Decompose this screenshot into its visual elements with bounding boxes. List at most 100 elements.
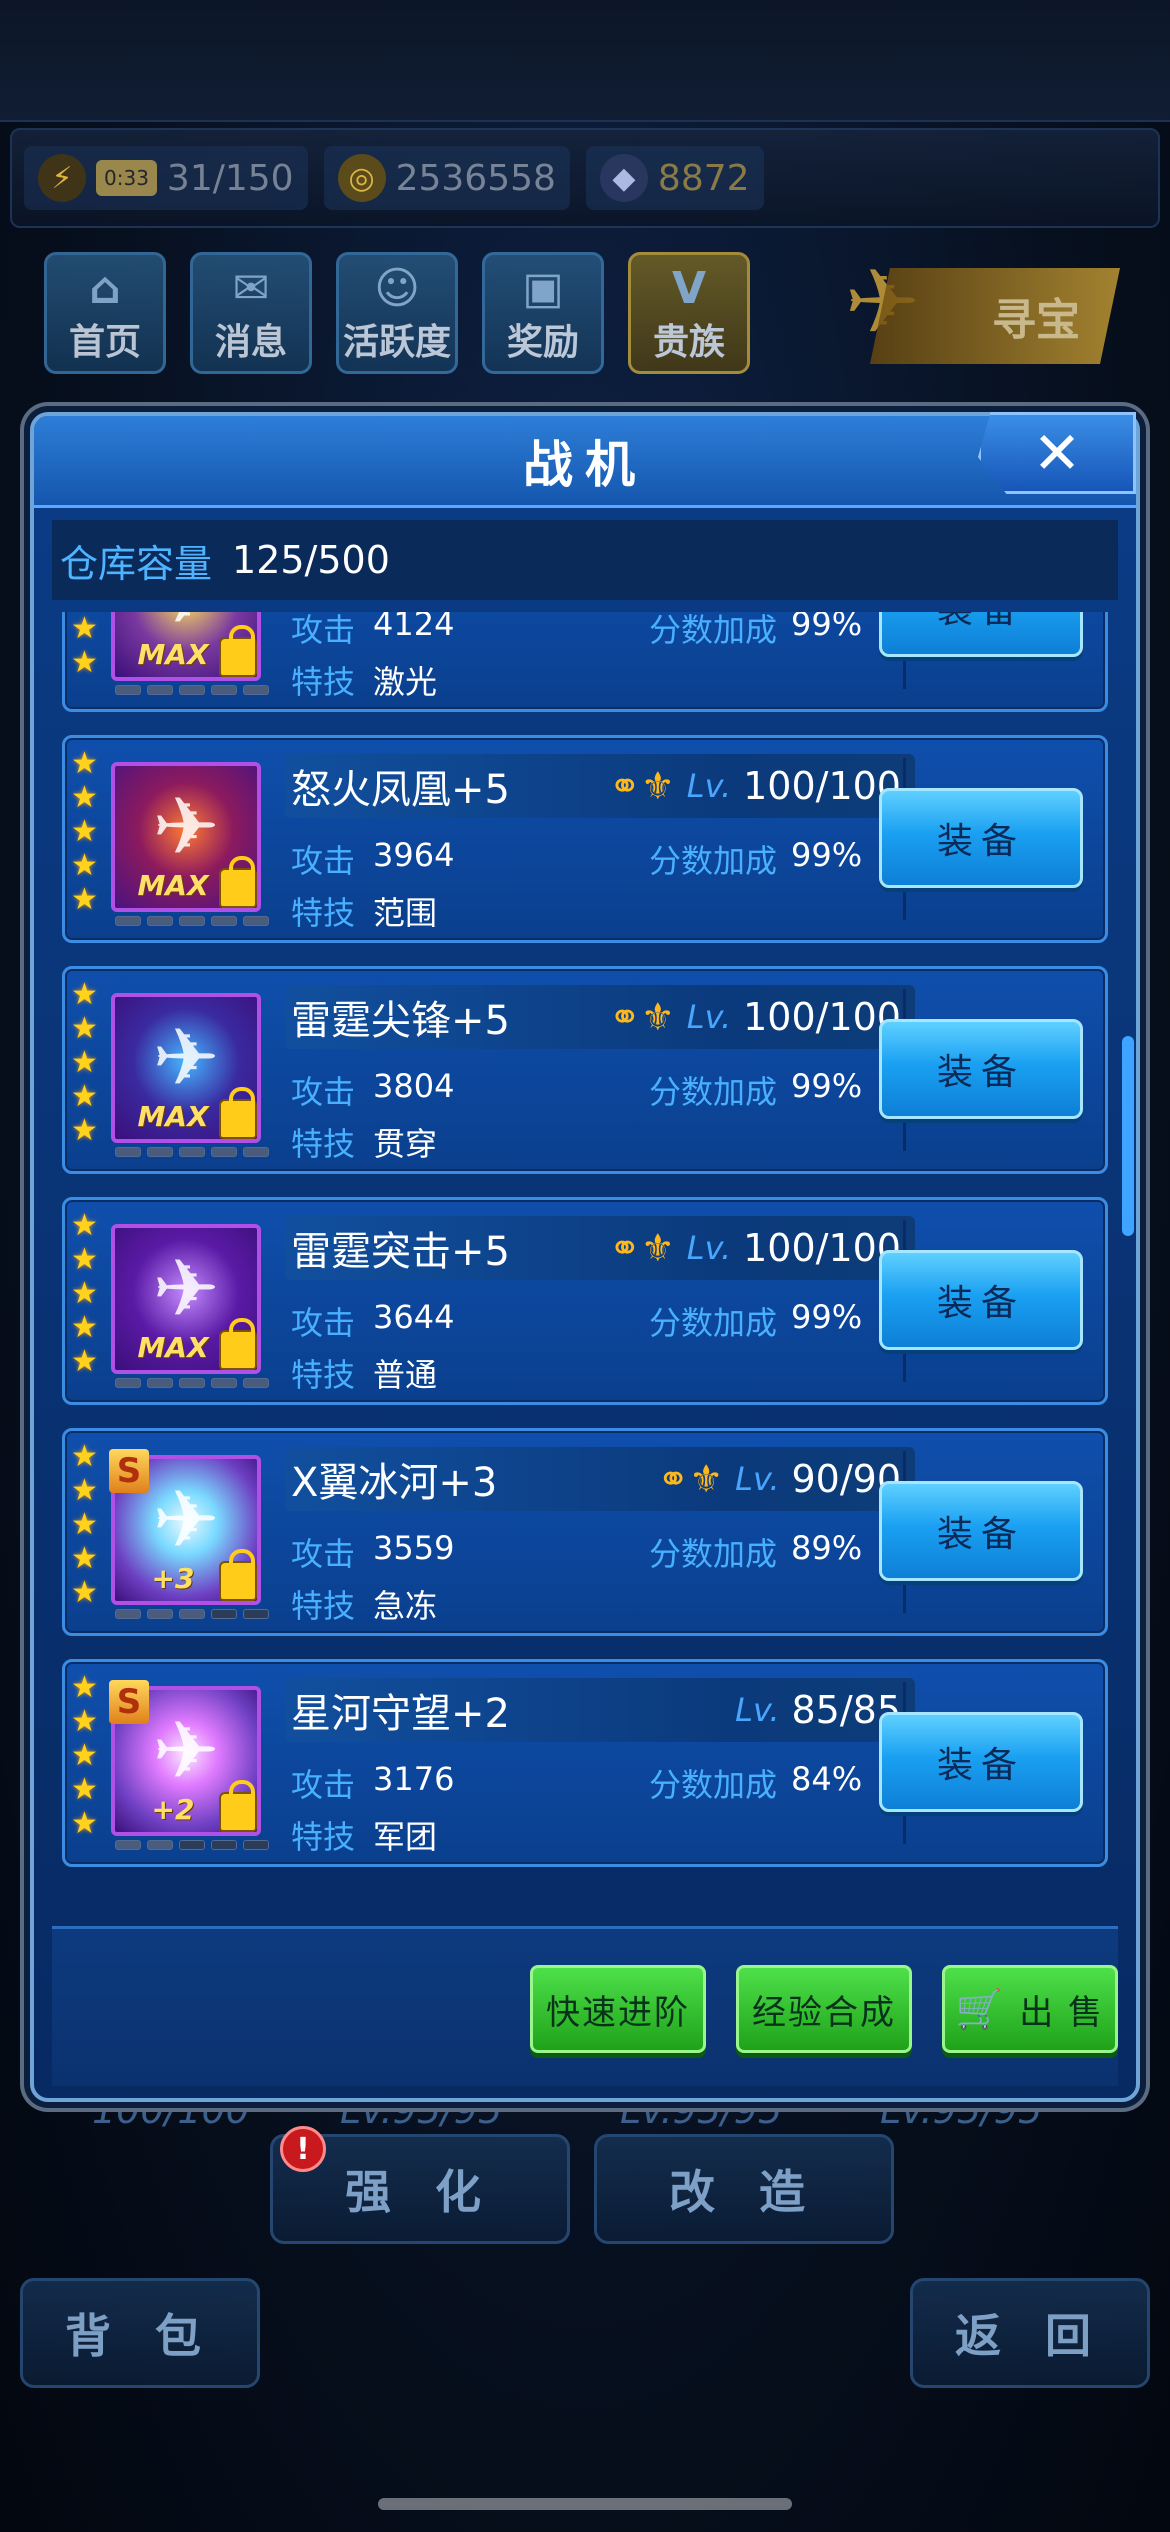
score-bonus: 分数加成 89% xyxy=(649,1529,862,1575)
slot-marker xyxy=(243,685,269,695)
nav-activity[interactable]: ☺ 活跃度 xyxy=(336,252,458,374)
fighter-thumbnail[interactable]: ✈ MAX xyxy=(111,762,261,912)
link-icon: ⚭⚜ xyxy=(608,995,675,1039)
level-label: Lv. xyxy=(686,998,732,1036)
slot-marker xyxy=(179,1147,205,1157)
level-label: Lv. xyxy=(735,1691,780,1729)
exp-merge-button[interactable]: 经验合成 xyxy=(736,1965,912,2053)
star-icon: ★ xyxy=(71,1738,98,1773)
star-icon: ★ xyxy=(71,977,98,1012)
grade-tag: MAX xyxy=(137,1100,209,1133)
energy-icon: ⚡ xyxy=(38,154,86,202)
fighter-card[interactable]: ★ ★ ★ ★ ★ S ✈ +3 X翼冰河+3 ⚭⚜ Lv. 90/90 攻击 … xyxy=(62,1428,1108,1636)
fighter-thumbnail[interactable]: ✈ MAX xyxy=(111,612,261,681)
star-icon: ★ xyxy=(71,1473,98,1508)
panel-title: 战机 xyxy=(523,435,647,494)
notification-badge: ! xyxy=(280,2126,326,2172)
star-icon: ★ xyxy=(71,1310,98,1345)
nav-home[interactable]: ⌂ 首页 xyxy=(44,252,166,374)
fighter-card[interactable]: ★ ★ ★ ★ ★ ✈ MAX 雷霆尖锋+5 ⚭⚜ Lv. 100/100 攻击… xyxy=(62,966,1108,1174)
home-icon: ⌂ xyxy=(89,263,121,314)
energy-resource[interactable]: ⚡ 0:33 31/150 xyxy=(24,146,308,210)
level-area: ⚭⚜ Lv. 90/90 xyxy=(657,1457,915,1501)
modify-button[interactable]: 改 造 xyxy=(594,2134,894,2244)
lock-icon xyxy=(219,1087,257,1139)
nav-reward[interactable]: ▣ 奖励 xyxy=(482,252,604,374)
slot-marker xyxy=(179,685,205,695)
star-icon: ★ xyxy=(71,1208,98,1243)
skill-stat: 特技 普通 xyxy=(291,1350,437,1396)
skill-label: 特技 xyxy=(291,1818,356,1856)
slot-marker xyxy=(243,1840,269,1850)
star-icon: ★ xyxy=(71,1507,98,1542)
fighter-thumbnail[interactable]: ✈ MAX xyxy=(111,993,261,1143)
slot-marker xyxy=(115,1147,141,1157)
back-button[interactable]: 返 回 xyxy=(910,2278,1150,2388)
top-nav: ⌂ 首页 ✉ 消息 ☺ 活跃度 ▣ 奖励 V 贵族 xyxy=(44,252,750,374)
star-icon: ★ xyxy=(71,1439,98,1474)
equip-button[interactable]: 装备 xyxy=(879,1250,1083,1350)
home-indicator[interactable] xyxy=(378,2498,792,2510)
gift-icon: ▣ xyxy=(522,263,564,314)
message-icon: ✉ xyxy=(232,263,270,314)
treasure-button[interactable]: 寻宝 xyxy=(870,268,1120,364)
slot-marker xyxy=(211,1609,237,1619)
fighter-list[interactable]: ★ ★ ★ ★ ★ ✈ MAX 攻击 4124 xyxy=(52,612,1118,1930)
slot-marker xyxy=(243,1147,269,1157)
fighter-card[interactable]: ★ ★ ★ ★ ★ ✈ MAX 攻击 4124 xyxy=(62,612,1108,712)
attack-stat: 攻击 3964 xyxy=(291,836,454,882)
star-icon: ★ xyxy=(71,848,98,883)
fighter-card[interactable]: ★ ★ ★ ★ ★ ✈ MAX 怒火凤凰+5 ⚭⚜ Lv. 100/100 攻击… xyxy=(62,735,1108,943)
star-icon: ★ xyxy=(71,780,98,815)
nav-label: 贵族 xyxy=(652,322,725,363)
equip-button[interactable]: 装备 xyxy=(879,1481,1083,1581)
level-label: Lv. xyxy=(686,1229,732,1267)
skill-label: 特技 xyxy=(291,663,356,701)
sell-button[interactable]: 🛒 出 售 xyxy=(942,1965,1118,2053)
grade-tag: MAX xyxy=(137,869,209,902)
fighter-panel: 战机 ✕ 仓库容量 125/500 ★ ★ ★ ★ ★ ✈ MAX xyxy=(30,412,1140,2102)
backpack-button[interactable]: 背 包 xyxy=(20,2278,260,2388)
slot-marker xyxy=(115,916,141,926)
level-area: ⚭⚜ Lv. 100/100 xyxy=(609,1226,915,1270)
equip-button[interactable]: 装备 xyxy=(879,1019,1083,1119)
fighter-thumbnail[interactable]: ✈ MAX xyxy=(111,1224,261,1374)
grade-tag: +2 xyxy=(151,1793,195,1826)
close-button[interactable]: ✕ xyxy=(978,412,1136,494)
bonus-value: 84% xyxy=(791,1760,863,1798)
star-icon: ★ xyxy=(71,1242,98,1277)
link-icon: ⚭⚜ xyxy=(608,764,675,808)
fighter-card[interactable]: ★ ★ ★ ★ ★ ✈ MAX 雷霆突击+5 ⚭⚜ Lv. 100/100 攻击… xyxy=(62,1197,1108,1405)
coin-resource[interactable]: ◎ 2536558 xyxy=(323,146,570,210)
star-icon: ★ xyxy=(71,645,98,680)
lock-icon xyxy=(219,625,257,677)
backpack-label: 背 包 xyxy=(64,2309,215,2363)
fighter-name-bar: 星河守望+2 Lv. 85/85 xyxy=(285,1678,915,1742)
skill-stat: 特技 范围 xyxy=(291,888,437,934)
skill-label: 特技 xyxy=(291,894,356,932)
star-icon: ★ xyxy=(71,1806,98,1841)
star-icon: ★ xyxy=(71,1704,98,1739)
quick-advance-button[interactable]: 快速进阶 xyxy=(530,1965,706,2053)
equip-button[interactable]: 装备 xyxy=(879,612,1083,657)
nav-noble[interactable]: V 贵族 xyxy=(628,252,750,374)
score-bonus: 分数加成 84% xyxy=(649,1760,862,1806)
equip-button[interactable]: 装备 xyxy=(879,1712,1083,1812)
gem-resource[interactable]: ◆ 8872 xyxy=(585,146,764,210)
fighter-name: X翼冰河+3 xyxy=(291,1460,498,1506)
equip-button[interactable]: 装备 xyxy=(879,788,1083,888)
equip-label: 装备 xyxy=(936,1052,1025,1093)
activity-icon: ☺ xyxy=(374,263,420,314)
nav-message[interactable]: ✉ 消息 xyxy=(190,252,312,374)
slot-marker xyxy=(147,1378,173,1388)
resource-bar: ⚡ 0:33 31/150 ◎ 2536558 ◆ 8872 xyxy=(10,128,1160,228)
fighter-card[interactable]: ★ ★ ★ ★ ★ S ✈ +2 星河守望+2 Lv. 85/85 攻击 317… xyxy=(62,1659,1108,1867)
treasure-label: 寻宝 xyxy=(992,295,1080,346)
bonus-label: 分数加成 xyxy=(649,842,778,880)
list-scrollbar[interactable] xyxy=(1122,1036,1134,1236)
nav-label: 首页 xyxy=(68,322,141,363)
nav-label: 活跃度 xyxy=(342,322,451,363)
lock-icon xyxy=(219,856,257,908)
skill-value: 范围 xyxy=(373,894,438,932)
upgrade-slots xyxy=(115,1147,269,1157)
